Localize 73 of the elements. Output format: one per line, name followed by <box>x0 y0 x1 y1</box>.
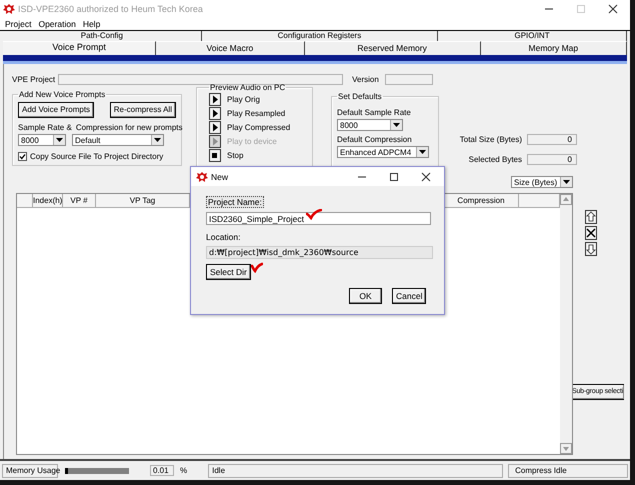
status-panel: Compress Idle <box>508 464 628 478</box>
button-label: Play Compressed <box>227 122 290 132</box>
tab[interactable]: Configuration Registers <box>202 31 438 41</box>
menu-item[interactable]: Help <box>82 19 100 29</box>
menu-item[interactable]: Operation <box>38 19 76 29</box>
sample-rate-dropdown[interactable]: 8000 <box>337 119 403 131</box>
move-up-icon[interactable] <box>585 210 597 224</box>
unit-label: % <box>180 466 188 475</box>
compression-dropdown[interactable]: Default <box>72 134 164 146</box>
version-field[interactable] <box>384 74 433 84</box>
group-title: Preview Audio on PC <box>209 83 286 92</box>
status-panel: Idle <box>208 464 504 478</box>
button[interactable]: OK <box>349 288 382 304</box>
button-label: Play Resampled <box>227 108 286 118</box>
input-field[interactable]: ISD2360_Simple_Project <box>206 212 431 225</box>
percent-field: 0.01 <box>150 465 174 476</box>
field-label: VPE Project <box>12 74 56 84</box>
column-header[interactable]: VP Tag <box>96 194 190 208</box>
button-label: Stop <box>227 150 244 160</box>
stop-button[interactable] <box>209 148 221 162</box>
move-down-icon[interactable] <box>585 242 597 256</box>
sample-rate-dropdown[interactable]: 8000 <box>18 134 66 146</box>
button[interactable]: Select Dir <box>206 264 251 280</box>
dropdown-arrow-icon[interactable] <box>390 120 402 130</box>
button-label: Play Orig <box>227 94 260 104</box>
button[interactable]: Cancel <box>392 288 426 304</box>
dropdown-arrow-icon[interactable] <box>151 135 163 145</box>
column-header[interactable]: Index(h) <box>33 194 63 208</box>
dropdown-arrow-icon[interactable] <box>560 177 572 187</box>
field-label: Default Compression <box>337 135 413 144</box>
dropdown-arrow-icon[interactable] <box>416 147 428 157</box>
delete-icon[interactable] <box>585 226 597 240</box>
field-label: Project Name: <box>206 196 264 208</box>
close-icon[interactable] <box>608 4 618 14</box>
tab[interactable]: GPIO/INT <box>438 31 627 41</box>
field-label: Version <box>352 74 379 84</box>
compression-dropdown[interactable]: Enhanced ADPCM4 <box>337 146 429 158</box>
location-field: d:₩[project]₩isd_dmk_2360₩source <box>206 246 433 259</box>
column-header[interactable]: Compression <box>444 194 519 208</box>
checkbox-label: Copy Source File To Project Directory <box>30 152 164 161</box>
maximize-icon <box>576 4 586 14</box>
status-panel: Memory Usage <box>2 464 58 478</box>
group-title: Set Defaults <box>337 92 383 101</box>
play-button[interactable] <box>209 106 221 120</box>
window-title: ISD-VPE2360 authorized to Heum Tech Korea <box>18 4 204 14</box>
field-label: Default Sample Rate <box>337 108 412 117</box>
field-label: Sample Rate & <box>18 123 72 132</box>
button[interactable]: Re-compress All <box>110 102 176 118</box>
column-header[interactable]: VP # <box>63 194 96 208</box>
check-mark-icon <box>251 262 263 273</box>
project-field[interactable] <box>58 74 344 84</box>
button[interactable]: Add Voice Prompts <box>18 102 94 118</box>
size-unit-dropdown[interactable]: Size (Bytes) <box>511 176 573 188</box>
tab[interactable]: Voice Prompt <box>3 41 156 55</box>
play-button[interactable] <box>209 120 221 134</box>
field-label: Location: <box>206 232 242 242</box>
app-logo-icon <box>196 170 208 182</box>
app-logo-icon <box>3 3 15 15</box>
check-mark-icon <box>306 209 322 220</box>
close-icon[interactable] <box>421 172 431 182</box>
button-label: Play to device <box>227 136 277 146</box>
group-title: Add New Voice Prompts <box>18 90 106 99</box>
field-label: Total Size (Bytes) <box>460 134 522 144</box>
dialog-title: New <box>211 172 230 182</box>
readout-field: 0 <box>527 154 577 164</box>
play-button[interactable] <box>209 92 221 106</box>
readout-field: 0 <box>527 134 577 144</box>
checkbox[interactable] <box>18 152 27 161</box>
dropdown-arrow-icon[interactable] <box>53 135 65 145</box>
field-label: Compression for new prompts <box>76 123 183 132</box>
field-label: Selected Bytes <box>468 154 522 164</box>
menu-item[interactable]: Project <box>5 19 32 29</box>
maximize-icon[interactable] <box>389 172 399 182</box>
